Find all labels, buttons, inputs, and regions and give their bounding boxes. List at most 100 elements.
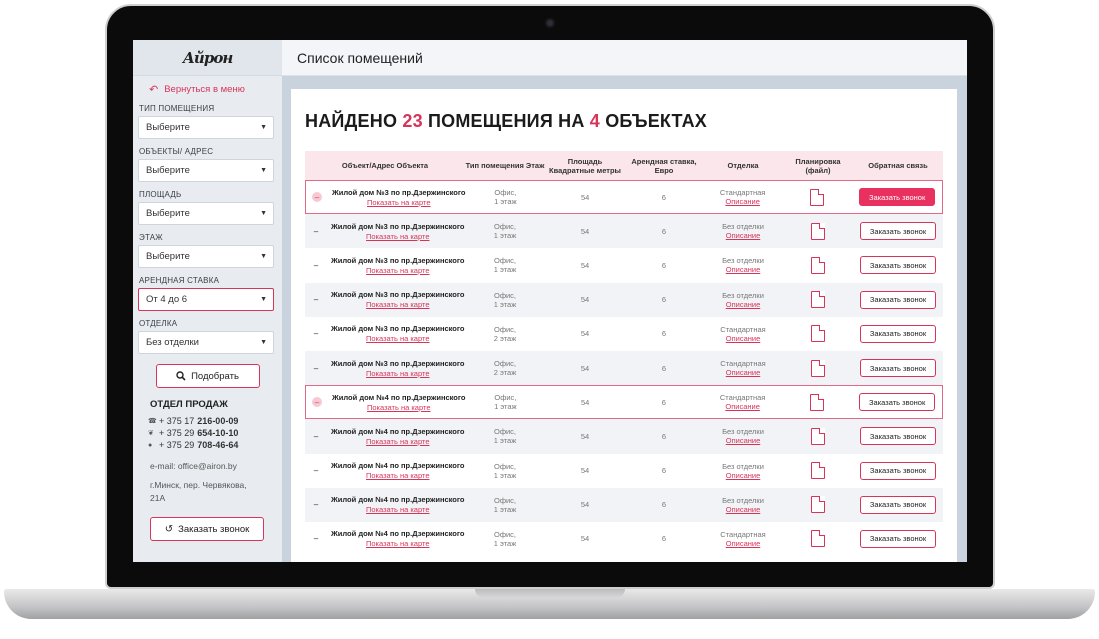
show-on-map-link[interactable]: Показать на карте (331, 300, 465, 309)
filter-select[interactable]: Выберите ▼ (138, 202, 274, 225)
table-row[interactable]: – Жилой дом №3 по пр.Дзержинского Показать… (305, 317, 943, 351)
file-icon[interactable] (811, 291, 825, 309)
table-row[interactable]: – Жилой дом №4 по пр.Дзержинского Показать… (305, 454, 943, 488)
show-on-map-link[interactable]: Показать на карте (331, 334, 465, 343)
filter-select[interactable]: Выберите ▼ (138, 159, 274, 182)
description-link[interactable]: Описание (703, 368, 783, 377)
file-icon[interactable] (810, 393, 825, 411)
filter-select[interactable]: От 4 до 6 ▼ (138, 288, 274, 311)
description-link[interactable]: Описание (703, 505, 783, 514)
order-call-button[interactable]: Заказать звонок (860, 427, 936, 446)
file-icon[interactable] (810, 188, 825, 206)
collapse-icon[interactable]: – (311, 500, 321, 510)
show-on-map-link[interactable]: Показать на карте (331, 437, 465, 446)
collapse-icon[interactable]: – (311, 363, 321, 373)
order-call-button[interactable]: Заказать звонок (860, 495, 936, 514)
premise-floor: 1 этаж (493, 299, 517, 309)
order-call-button[interactable]: Заказать звонок (860, 222, 936, 241)
description-link[interactable]: Описание (703, 334, 783, 343)
order-call-button[interactable]: Заказать звонок (859, 393, 936, 412)
order-call-button[interactable]: Заказать звонок (859, 188, 936, 207)
filter-label: Тип помещения (139, 104, 215, 113)
order-call-button[interactable]: Заказать звонок (860, 359, 936, 378)
collapse-icon[interactable]: – (311, 431, 321, 441)
order-call-button[interactable]: Заказать звонок (860, 324, 936, 343)
file-icon[interactable] (811, 256, 825, 274)
area-cell: 54 (580, 534, 590, 544)
show-on-map-link[interactable]: Показать на карте (331, 266, 465, 275)
results-heading: НАЙДЕНО 23 ПОМЕЩЕНИЯ НА 4 ОБЪЕКТАХ (305, 111, 707, 132)
search-button[interactable]: Подобрать (155, 364, 260, 388)
file-icon[interactable] (811, 530, 825, 548)
show-on-map-link[interactable]: Показать на карте (331, 471, 465, 480)
sidebar-callback-button[interactable]: ↺ Заказать звонок (150, 517, 264, 541)
collapse-icon[interactable]: – (311, 295, 321, 305)
logo[interactable]: Айрон (183, 49, 234, 67)
premise-type: Офис, (493, 324, 517, 334)
show-on-map-link[interactable]: Показать на карте (331, 505, 465, 514)
table-row[interactable]: – Жилой дом №4 по пр.Дзержинского Показать… (305, 487, 943, 522)
description-link[interactable]: Описание (703, 436, 783, 445)
description-link[interactable]: Описание (703, 402, 783, 411)
table-row[interactable]: – Жилой дом №4 по пр.Дзержинского Показать… (305, 419, 943, 454)
table-row[interactable]: – Жилой дом №3 по пр.Дзержинского Показать… (305, 350, 943, 386)
object-cell: – Жилой дом №3 по пр.Дзержинского Показать… (305, 256, 465, 275)
collapse-icon[interactable]: – (311, 260, 321, 270)
premise-floor: 2 этаж (493, 368, 517, 378)
file-icon[interactable] (811, 359, 825, 377)
table-row[interactable]: – Жилой дом №3 по пр.Дзержинского Показать… (305, 180, 943, 215)
table-row[interactable]: – Жилой дом №3 по пр.Дзержинского Показать… (305, 214, 943, 249)
object-text: Жилой дом №4 по пр.Дзержинского Показать … (331, 427, 465, 446)
description-link[interactable]: Описание (703, 539, 783, 548)
phone-number[interactable]: ❦ + 375 29 654-10-10 (148, 428, 282, 438)
table-row[interactable]: – Жилой дом №3 по пр.Дзержинского Показать… (305, 282, 943, 317)
rate-cell: 6 (661, 260, 667, 270)
show-on-map-link[interactable]: Показать на карте (331, 369, 465, 378)
description-link[interactable]: Описание (703, 197, 783, 206)
show-on-map-link[interactable]: Показать на карте (331, 232, 465, 241)
file-icon[interactable] (811, 427, 825, 445)
results-suffix: ОБЪЕКТАХ (605, 111, 708, 131)
filter-select[interactable]: Выберите ▼ (138, 245, 274, 268)
filter-select[interactable]: Выберите ▼ (138, 116, 274, 139)
premise-type: Офис, (494, 188, 517, 198)
phone-number[interactable]: ☎ + 375 17 216-00-09 (148, 416, 282, 426)
description-link[interactable]: Описание (703, 231, 783, 240)
plan-cell (783, 427, 853, 445)
table-row[interactable]: – Жилой дом №3 по пр.Дзержинского Показать… (305, 248, 943, 282)
order-call-button[interactable]: Заказать звонок (860, 290, 936, 309)
contact-email[interactable]: e-mail: office@airon.by (150, 460, 282, 473)
description-link[interactable]: Описание (703, 300, 783, 309)
show-on-map-link[interactable]: Показать на карте (332, 403, 466, 412)
object-text: Жилой дом №3 по пр.Дзержинского Показать … (331, 290, 465, 309)
table-row[interactable]: – Жилой дом №4 по пр.Дзержинского Показать… (305, 522, 943, 556)
filter-select[interactable]: Без отделки ▼ (138, 331, 274, 354)
show-on-map-link[interactable]: Показать на карте (331, 539, 465, 548)
back-to-menu-link[interactable]: ↶ Вернуться в меню (133, 76, 282, 96)
file-icon[interactable] (811, 222, 825, 240)
file-icon[interactable] (811, 496, 825, 514)
file-icon[interactable] (811, 325, 825, 343)
area-cell: 54 (580, 192, 590, 202)
collapse-icon[interactable]: – (311, 466, 321, 476)
order-call-button[interactable]: Заказать звонок (860, 529, 936, 548)
object-cell: – Жилой дом №3 по пр.Дзержинского Показать… (305, 324, 465, 343)
sales-department-title: ОТДЕЛ ПРОДАЖ (150, 399, 228, 410)
description-link[interactable]: Описание (703, 471, 783, 480)
area-cell: 54 (580, 226, 590, 236)
search-icon (176, 371, 186, 381)
show-on-map-link[interactable]: Показать на карте (332, 198, 466, 207)
collapse-icon[interactable]: – (311, 534, 321, 544)
caret-down-icon: ▼ (260, 339, 267, 346)
table-row[interactable]: – Жилой дом №4 по пр.Дзержинского Показать… (305, 385, 943, 420)
order-call-button[interactable]: Заказать звонок (860, 256, 936, 275)
finish-type: Стандартная (719, 188, 766, 198)
collapse-icon[interactable]: – (311, 329, 321, 339)
file-icon[interactable] (811, 462, 825, 480)
order-call-button[interactable]: Заказать звонок (860, 461, 936, 480)
collapse-icon[interactable]: – (311, 226, 321, 236)
collapse-icon[interactable]: – (312, 397, 322, 408)
collapse-icon[interactable]: – (312, 192, 322, 203)
phone-number[interactable]: ● + 375 29 708-46-64 (148, 440, 282, 450)
description-link[interactable]: Описание (703, 265, 783, 274)
